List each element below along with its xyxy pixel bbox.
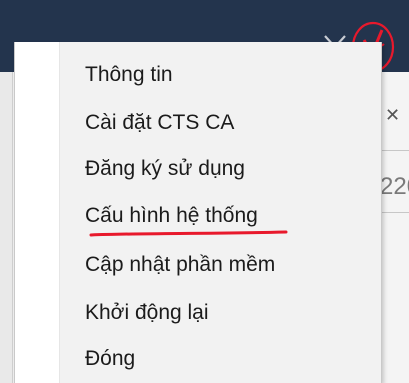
- menu-item-cau-hinh-he-thong[interactable]: Cấu hình hệ thống: [61, 193, 379, 239]
- menu-icon-gutter: [15, 42, 60, 383]
- menu-item-label: Cài đặt CTS CA: [85, 111, 235, 134]
- menu-item-khoi-dong-lai[interactable]: Khởi động lại: [61, 290, 379, 336]
- menu-item-cai-dat-cts-ca[interactable]: Cài đặt CTS CA: [61, 100, 379, 146]
- menu-item-cap-nhat-phan-mem[interactable]: Cập nhật phần mềm: [61, 242, 379, 288]
- background-window-edge: [0, 72, 13, 383]
- menu-item-label: Cấu hình hệ thống: [85, 204, 258, 227]
- context-menu: Thông tin Cài đặt CTS CA Đăng ký sử dụng…: [14, 42, 382, 383]
- menu-item-dong[interactable]: Đóng: [61, 336, 379, 382]
- background-divider: [380, 212, 409, 213]
- menu-item-label: Khởi động lại: [85, 301, 209, 324]
- menu-item-label: Đăng ký sử dụng: [85, 157, 245, 180]
- background-divider: [380, 150, 409, 151]
- menu-item-label: Cập nhật phần mềm: [85, 253, 276, 276]
- menu-item-thong-tin[interactable]: Thông tin: [61, 52, 379, 98]
- background-close-icon: ✕: [385, 105, 401, 125]
- menu-item-label: Thông tin: [85, 63, 173, 86]
- background-number-text: 220: [380, 173, 409, 200]
- menu-item-dang-ky-su-dung[interactable]: Đăng ký sử dụng: [61, 146, 379, 192]
- menu-item-label: Đóng: [85, 347, 136, 370]
